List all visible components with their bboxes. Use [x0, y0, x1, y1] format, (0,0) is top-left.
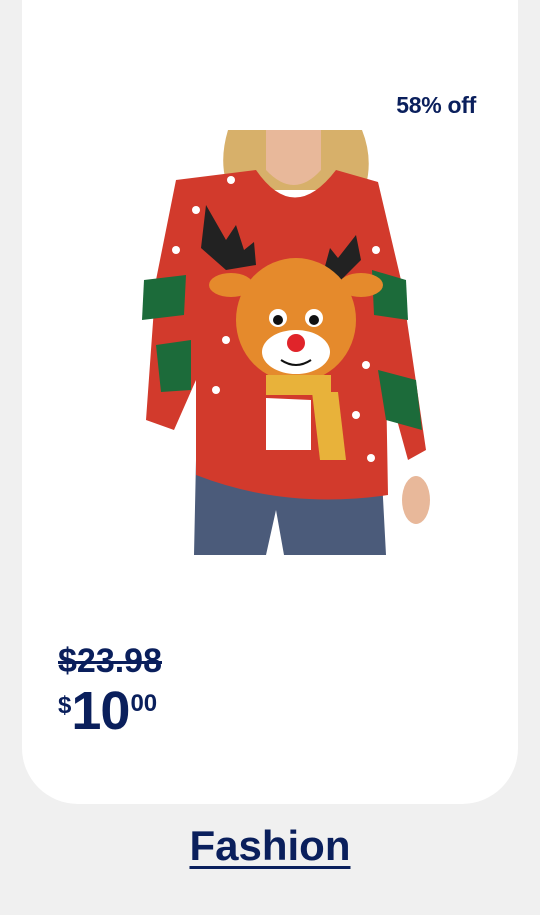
category-link-fashion[interactable]: Fashion [189, 822, 350, 869]
price-cents: 00 [130, 690, 158, 717]
price-block: $23.98 $ 10 00 [58, 640, 162, 738]
category-link-container: Fashion [0, 822, 540, 870]
product-image[interactable] [116, 130, 456, 555]
product-card[interactable]: 58% off $23.98 $ 10 00 [22, 0, 518, 804]
original-price: $23.98 [58, 642, 162, 680]
price-dollars: 10 [71, 681, 130, 741]
sale-price: $ 10 00 [58, 684, 162, 738]
discount-badge: 58% off [396, 92, 476, 118]
price-currency: $ [58, 692, 72, 719]
